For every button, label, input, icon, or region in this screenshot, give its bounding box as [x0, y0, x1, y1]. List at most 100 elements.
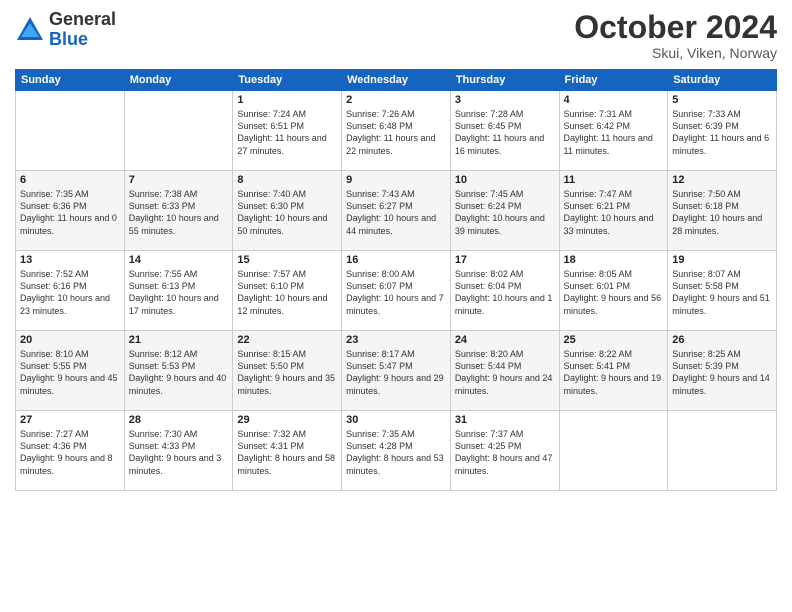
day-info: Sunrise: 8:22 AM Sunset: 5:41 PM Dayligh… [564, 348, 664, 397]
day-number: 19 [672, 254, 772, 266]
logo-blue: Blue [49, 30, 116, 50]
week-row-4: 20 Sunrise: 8:10 AM Sunset: 5:55 PM Dayli… [16, 331, 777, 411]
day-info: Sunrise: 7:43 AM Sunset: 6:27 PM Dayligh… [346, 188, 446, 237]
day-info: Sunrise: 8:12 AM Sunset: 5:53 PM Dayligh… [129, 348, 229, 397]
day-info: Sunrise: 7:30 AM Sunset: 4:33 PM Dayligh… [129, 428, 229, 477]
day-info: Sunrise: 7:47 AM Sunset: 6:21 PM Dayligh… [564, 188, 664, 237]
calendar-cell: 3 Sunrise: 7:28 AM Sunset: 6:45 PM Daylig… [450, 91, 559, 171]
day-info: Sunrise: 7:50 AM Sunset: 6:18 PM Dayligh… [672, 188, 772, 237]
calendar-cell: 31 Sunrise: 7:37 AM Sunset: 4:25 PM Dayli… [450, 411, 559, 491]
day-info: Sunrise: 8:25 AM Sunset: 5:39 PM Dayligh… [672, 348, 772, 397]
day-number: 3 [455, 94, 555, 106]
calendar-cell: 29Sunrise: 7:32 AM Sunset: 4:31 PM Dayli… [233, 411, 342, 491]
calendar-cell: 14 Sunrise: 7:55 AM Sunset: 6:13 PM Dayli… [124, 251, 233, 331]
logo: General Blue [15, 10, 116, 50]
calendar-cell: 27 Sunrise: 7:27 AM Sunset: 4:36 PM Dayli… [16, 411, 125, 491]
calendar-cell: 28 Sunrise: 7:30 AM Sunset: 4:33 PM Dayli… [124, 411, 233, 491]
weekday-header-saturday: Saturday [668, 70, 777, 91]
header: General Blue October 2024 Skui, Viken, N… [15, 10, 777, 61]
weekday-header-row: SundayMondayTuesdayWednesdayThursdayFrid… [16, 70, 777, 91]
logo-text: General Blue [49, 10, 116, 50]
day-info: Sunrise: 8:17 AM Sunset: 5:47 PM Dayligh… [346, 348, 446, 397]
calendar-table: SundayMondayTuesdayWednesdayThursdayFrid… [15, 69, 777, 491]
day-number: 21 [129, 334, 229, 346]
weekday-header-friday: Friday [559, 70, 668, 91]
day-number: 5 [672, 94, 772, 106]
month-title: October 2024 [574, 10, 777, 45]
day-number: 31 [455, 414, 555, 426]
calendar-cell: 7Sunrise: 7:38 AM Sunset: 6:33 PM Daylig… [124, 171, 233, 251]
day-info: Sunrise: 8:10 AM Sunset: 5:55 PM Dayligh… [20, 348, 120, 397]
calendar-cell: 16 Sunrise: 8:00 AM Sunset: 6:07 PM Dayli… [342, 251, 451, 331]
day-number: 2 [346, 94, 446, 106]
day-number: 10 [455, 174, 555, 186]
calendar-cell: 15Sunrise: 7:57 AM Sunset: 6:10 PM Dayli… [233, 251, 342, 331]
day-number: 11 [564, 174, 664, 186]
day-number: 23 [346, 334, 446, 346]
calendar-cell [16, 91, 125, 171]
day-info: Sunrise: 7:55 AM Sunset: 6:13 PM Dayligh… [129, 268, 229, 317]
weekday-header-sunday: Sunday [16, 70, 125, 91]
day-number: 8 [237, 174, 337, 186]
calendar-cell: 20 Sunrise: 8:10 AM Sunset: 5:55 PM Dayli… [16, 331, 125, 411]
day-number: 26 [672, 334, 772, 346]
day-number: 9 [346, 174, 446, 186]
location-subtitle: Skui, Viken, Norway [574, 45, 777, 61]
calendar-cell: 17 Sunrise: 8:02 AM Sunset: 6:04 PM Dayli… [450, 251, 559, 331]
day-info: Sunrise: 7:24 AM Sunset: 6:51 PM Dayligh… [237, 108, 337, 157]
day-info: Sunrise: 8:05 AM Sunset: 6:01 PM Dayligh… [564, 268, 664, 317]
day-info: Sunrise: 7:37 AM Sunset: 4:25 PM Dayligh… [455, 428, 555, 477]
calendar-cell [124, 91, 233, 171]
calendar-cell: 24 Sunrise: 8:20 AM Sunset: 5:44 PM Dayli… [450, 331, 559, 411]
day-number: 1 [237, 94, 337, 106]
logo-general: General [49, 10, 116, 30]
calendar-cell [559, 411, 668, 491]
day-number: 4 [564, 94, 664, 106]
day-info: Sunrise: 7:35 AM Sunset: 4:28 PM Dayligh… [346, 428, 446, 477]
title-block: October 2024 Skui, Viken, Norway [574, 10, 777, 61]
calendar-cell: 6Sunrise: 7:35 AM Sunset: 6:36 PM Daylig… [16, 171, 125, 251]
weekday-header-monday: Monday [124, 70, 233, 91]
calendar-cell: 10Sunrise: 7:45 AM Sunset: 6:24 PM Dayli… [450, 171, 559, 251]
weekday-header-thursday: Thursday [450, 70, 559, 91]
day-info: Sunrise: 7:26 AM Sunset: 6:48 PM Dayligh… [346, 108, 446, 157]
calendar-cell: 25 Sunrise: 8:22 AM Sunset: 5:41 PM Dayli… [559, 331, 668, 411]
calendar-cell [668, 411, 777, 491]
week-row-1: 1 Sunrise: 7:24 AM Sunset: 6:51 PM Daylig… [16, 91, 777, 171]
day-info: Sunrise: 8:00 AM Sunset: 6:07 PM Dayligh… [346, 268, 446, 317]
day-info: Sunrise: 7:31 AM Sunset: 6:42 PM Dayligh… [564, 108, 664, 157]
calendar-cell: 1 Sunrise: 7:24 AM Sunset: 6:51 PM Daylig… [233, 91, 342, 171]
day-number: 29 [237, 414, 337, 426]
day-number: 28 [129, 414, 229, 426]
calendar-cell: 30 Sunrise: 7:35 AM Sunset: 4:28 PM Dayli… [342, 411, 451, 491]
calendar-cell: 9 Sunrise: 7:43 AM Sunset: 6:27 PM Daylig… [342, 171, 451, 251]
weekday-header-tuesday: Tuesday [233, 70, 342, 91]
day-number: 16 [346, 254, 446, 266]
day-info: Sunrise: 8:02 AM Sunset: 6:04 PM Dayligh… [455, 268, 555, 317]
day-number: 13 [20, 254, 120, 266]
day-number: 27 [20, 414, 120, 426]
calendar-cell: 22 Sunrise: 8:15 AM Sunset: 5:50 PM Dayli… [233, 331, 342, 411]
day-number: 24 [455, 334, 555, 346]
day-info: Sunrise: 7:33 AM Sunset: 6:39 PM Dayligh… [672, 108, 772, 157]
day-number: 14 [129, 254, 229, 266]
day-number: 25 [564, 334, 664, 346]
week-row-3: 13Sunrise: 7:52 AM Sunset: 6:16 PM Dayli… [16, 251, 777, 331]
day-number: 17 [455, 254, 555, 266]
day-number: 20 [20, 334, 120, 346]
day-number: 22 [237, 334, 337, 346]
logo-icon [15, 15, 45, 45]
day-info: Sunrise: 7:28 AM Sunset: 6:45 PM Dayligh… [455, 108, 555, 157]
day-number: 30 [346, 414, 446, 426]
day-info: Sunrise: 8:20 AM Sunset: 5:44 PM Dayligh… [455, 348, 555, 397]
day-info: Sunrise: 7:35 AM Sunset: 6:36 PM Dayligh… [20, 188, 120, 237]
week-row-5: 27 Sunrise: 7:27 AM Sunset: 4:36 PM Dayli… [16, 411, 777, 491]
calendar-cell: 5 Sunrise: 7:33 AM Sunset: 6:39 PM Daylig… [668, 91, 777, 171]
day-info: Sunrise: 8:15 AM Sunset: 5:50 PM Dayligh… [237, 348, 337, 397]
calendar-cell: 13Sunrise: 7:52 AM Sunset: 6:16 PM Dayli… [16, 251, 125, 331]
page: General Blue October 2024 Skui, Viken, N… [0, 0, 792, 612]
calendar-cell: 18Sunrise: 8:05 AM Sunset: 6:01 PM Dayli… [559, 251, 668, 331]
week-row-2: 6Sunrise: 7:35 AM Sunset: 6:36 PM Daylig… [16, 171, 777, 251]
day-number: 7 [129, 174, 229, 186]
day-info: Sunrise: 7:27 AM Sunset: 4:36 PM Dayligh… [20, 428, 120, 477]
